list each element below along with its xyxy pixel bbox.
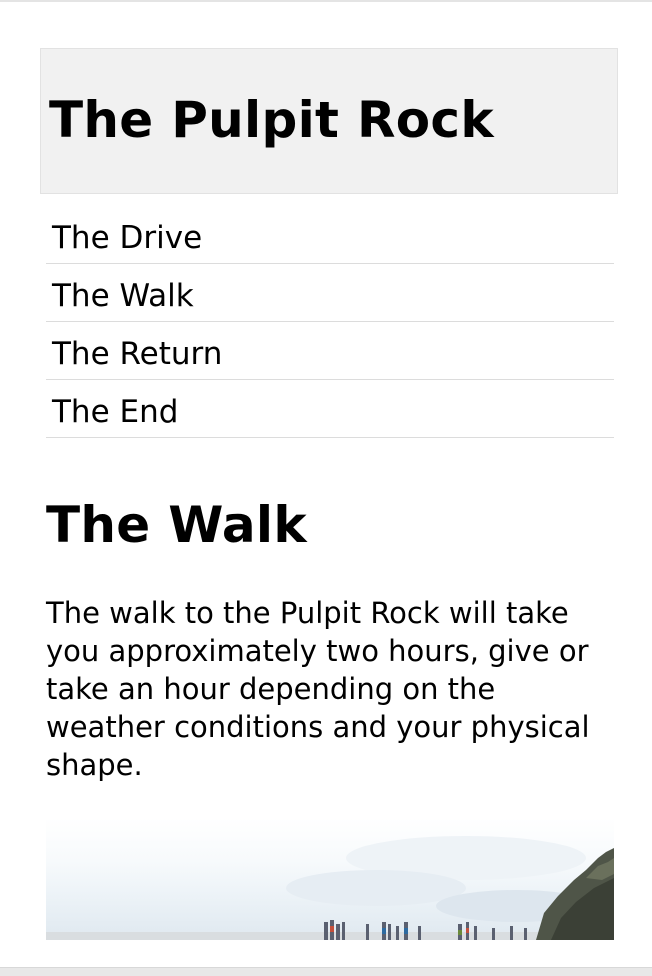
top-divider [0,0,652,2]
menu-item-the-drive[interactable]: The Drive [46,206,614,264]
menu-item-the-end[interactable]: The End [46,380,614,438]
pulpit-rock-photo [46,818,614,940]
section-title: The Walk [46,496,307,554]
nav-menu: The Drive The Walk The Return The End [46,206,614,438]
section-paragraph: The walk to the Pulpit Rock will take yo… [46,596,590,782]
menu-item-the-walk[interactable]: The Walk [46,264,614,322]
bottom-divider [0,967,652,976]
photo-illustration [46,836,614,940]
menu-item-label[interactable]: The End [52,392,178,432]
menu-item-the-return[interactable]: The Return [46,322,614,380]
page-header: The Pulpit Rock [40,48,618,194]
menu-item-label[interactable]: The Walk [52,276,194,316]
page-title: The Pulpit Rock [49,91,494,149]
menu-item-label[interactable]: The Drive [52,218,202,258]
menu-item-label[interactable]: The Return [52,334,222,374]
